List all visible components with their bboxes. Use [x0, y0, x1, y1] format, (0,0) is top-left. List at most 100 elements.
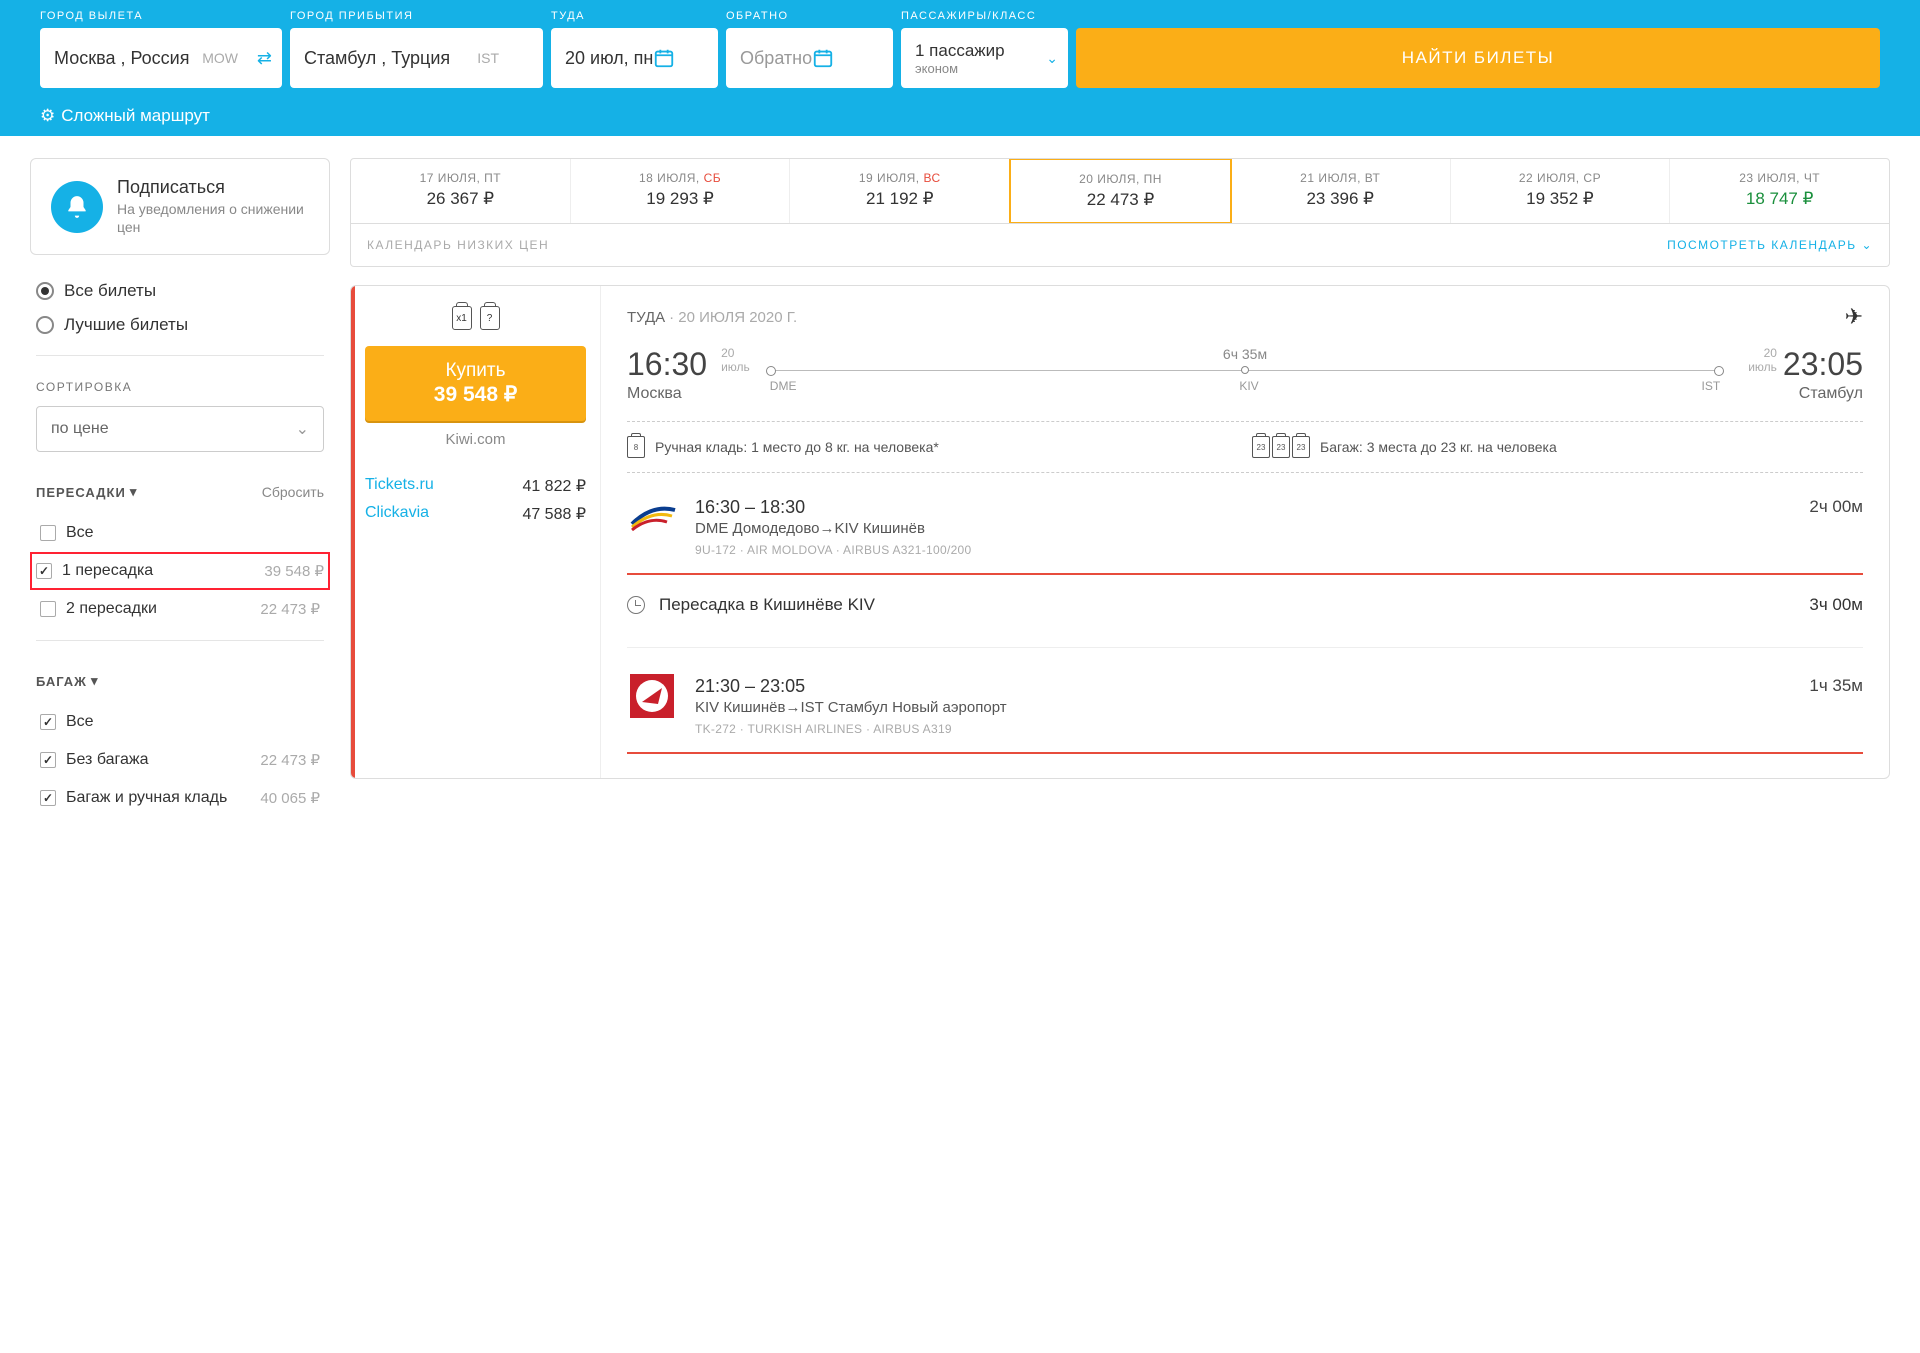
segment-times: 16:30 – 18:30 — [695, 497, 1791, 518]
label-depart: ТУДА — [551, 10, 718, 22]
segment-meta: 9U-172 · AIR MOLDOVA · AIRBUS A321-100/2… — [695, 543, 1791, 557]
option-label: Без багажа — [66, 751, 149, 769]
checkbox-icon — [40, 790, 56, 806]
date-tab[interactable]: 22 ИЮЛЯ, СР19 352 ₽ — [1451, 159, 1671, 223]
transfers-title[interactable]: ПЕРЕСАДКИ ▾ — [36, 484, 137, 500]
bell-icon — [51, 181, 103, 233]
buy-button[interactable]: Купить 39 548 ₽ — [365, 346, 586, 421]
radio-best-tickets[interactable]: Лучшие билеты — [36, 315, 324, 335]
segment-route: KIV Кишинёв→IST Стамбул Новый аэропорт — [695, 699, 1791, 716]
alt-provider: Clickavia — [365, 504, 429, 524]
dep-city: Москва — [627, 385, 707, 403]
radio-icon — [36, 316, 54, 334]
date-tab[interactable]: 17 ИЮЛЯ, ПТ26 367 ₽ — [351, 159, 571, 223]
tab-price: 22 473 ₽ — [1015, 190, 1226, 210]
checkbox-icon — [36, 563, 52, 579]
baggage-option[interactable]: Багаж и ручная кладь40 065 ₽ — [36, 779, 324, 817]
swap-icon[interactable]: ⇄ — [257, 48, 272, 69]
option-label: Все — [66, 713, 94, 731]
arr-time: 23:05 — [1783, 346, 1863, 383]
radio-icon — [36, 282, 54, 300]
calendar-icon — [653, 47, 675, 69]
airport-code: KIV — [1239, 379, 1258, 393]
option-price: 22 473 ₽ — [260, 600, 320, 618]
multi-route-link[interactable]: ⚙ Сложный маршрут — [40, 106, 210, 126]
segment-duration: 2ч 00м — [1809, 497, 1863, 557]
clock-icon — [627, 596, 645, 614]
checkbox-icon — [40, 601, 56, 617]
caret-down-icon: ▾ — [91, 673, 99, 689]
baggage-option[interactable]: Все — [36, 703, 324, 741]
tab-price: 21 192 ₽ — [794, 189, 1005, 209]
depart-date-input[interactable]: 20 июл, пн — [551, 28, 718, 88]
airline-logo — [627, 676, 677, 716]
checkbox-icon — [40, 714, 56, 730]
baggage-option[interactable]: Без багажа 22 473 ₽ — [36, 741, 324, 779]
view-calendar-link[interactable]: ПОСМОТРЕТЬ КАЛЕНДАРЬ ⌄ — [1667, 238, 1873, 252]
label-pax: ПАССАЖИРЫ/КЛАСС — [901, 10, 1068, 22]
checked-text: Багаж: 3 места до 23 кг. на человека — [1320, 439, 1557, 455]
option-label: Все — [66, 524, 94, 542]
plane-icon: ✈ — [1845, 304, 1863, 330]
label-from: ГОРОД ВЫЛЕТА — [40, 10, 282, 22]
subscribe-card[interactable]: Подписаться На уведомления о снижении це… — [30, 158, 330, 255]
segment-times: 21:30 – 23:05 — [695, 676, 1791, 697]
label-return: ОБРАТНО — [726, 10, 893, 22]
from-code: MOW — [202, 50, 238, 66]
transfer-option[interactable]: 1 пересадка39 548 ₽ — [30, 552, 330, 590]
date-tab[interactable]: 18 ИЮЛЯ, СБ19 293 ₽ — [571, 159, 791, 223]
search-button[interactable]: НАЙТИ БИЛЕТЫ — [1076, 28, 1880, 88]
sort-title: СОРТИРОВКА — [36, 380, 324, 394]
bag-icon: 23 — [1272, 436, 1290, 458]
direction-date: · 20 ИЮЛЯ 2020 Г. — [669, 309, 797, 326]
segment-meta: TK-272 · TURKISH AIRLINES · AIRBUS A319 — [695, 722, 1791, 736]
carry-on-icon: x1 — [452, 306, 472, 330]
transfer-option[interactable]: Все — [36, 514, 324, 552]
date-tab[interactable]: 23 ИЮЛЯ, ЧТ18 747 ₽ — [1670, 159, 1889, 223]
tab-price: 19 293 ₽ — [575, 189, 786, 209]
tab-price: 26 367 ₽ — [355, 189, 566, 209]
carry-on-icon: 8 — [627, 436, 645, 458]
airport-code: IST — [1702, 379, 1721, 393]
alt-price: 41 822 ₽ — [522, 476, 586, 496]
radio-all-tickets[interactable]: Все билеты — [36, 281, 324, 301]
airline-logo — [627, 497, 677, 537]
subscribe-title: Подписаться — [117, 177, 309, 198]
carry-on-text: Ручная кладь: 1 место до 8 кг. на челове… — [655, 439, 939, 455]
pax-selector[interactable]: 1 пассажир эконом ⌄ — [901, 28, 1068, 88]
bag-icon: 23 — [1252, 436, 1270, 458]
to-input[interactable]: Стамбул , Турция IST — [290, 28, 543, 88]
result-card: x1 ? Купить 39 548 ₽ Kiwi.com Tickets.ru… — [350, 285, 1890, 779]
arr-city: Стамбул — [1783, 385, 1863, 403]
date-tab[interactable]: 19 ИЮЛЯ, ВС21 192 ₽ — [790, 159, 1010, 223]
baggage-title[interactable]: БАГАЖ ▾ — [36, 673, 98, 689]
label-to: ГОРОД ПРИБЫТИЯ — [290, 10, 543, 22]
route-icon: ⚙ — [40, 106, 55, 126]
option-price: 39 548 ₽ — [264, 562, 324, 580]
direction-label: ТУДА — [627, 309, 665, 326]
baggage-icon: ? — [480, 306, 500, 330]
to-code: IST — [477, 50, 499, 66]
transfers-reset[interactable]: Сбросить — [262, 484, 324, 500]
buy-provider: Kiwi.com — [365, 431, 586, 448]
dep-date-badge: 20июль — [721, 346, 750, 375]
sort-select[interactable]: по цене ⌄ — [36, 406, 324, 452]
airport-code: DME — [770, 379, 797, 393]
from-input[interactable]: Москва , Россия MOW ⇄ — [40, 28, 282, 88]
date-tab[interactable]: 20 ИЮЛЯ, ПН22 473 ₽ — [1009, 158, 1232, 224]
chevron-down-icon: ⌄ — [1861, 238, 1873, 252]
alt-price-row[interactable]: Tickets.ru 41 822 ₽ — [365, 472, 586, 500]
alt-price-row[interactable]: Clickavia47 588 ₽ — [365, 500, 586, 528]
option-price: 22 473 ₽ — [260, 751, 320, 769]
transfer-row: Пересадка в Кишинёве KIV3ч 00м — [627, 581, 1863, 629]
return-date-input[interactable]: Обратно — [726, 28, 893, 88]
date-tab[interactable]: 21 ИЮЛЯ, ВТ23 396 ₽ — [1231, 159, 1451, 223]
alt-provider: Tickets.ru — [365, 476, 434, 496]
dep-time: 16:30 — [627, 346, 707, 383]
flight-segment: 16:30 – 18:30 DME Домодедово→KIV Кишинёв 9… — [627, 487, 1863, 567]
checkbox-icon — [40, 525, 56, 541]
transfer-option[interactable]: 2 пересадки22 473 ₽ — [36, 590, 324, 628]
segment-route: DME Домодедово→KIV Кишинёв — [695, 520, 1791, 537]
flight-segment: 21:30 – 23:05 KIV Кишинёв→IST Стамбул Нов… — [627, 666, 1863, 746]
tab-price: 23 396 ₽ — [1235, 189, 1446, 209]
